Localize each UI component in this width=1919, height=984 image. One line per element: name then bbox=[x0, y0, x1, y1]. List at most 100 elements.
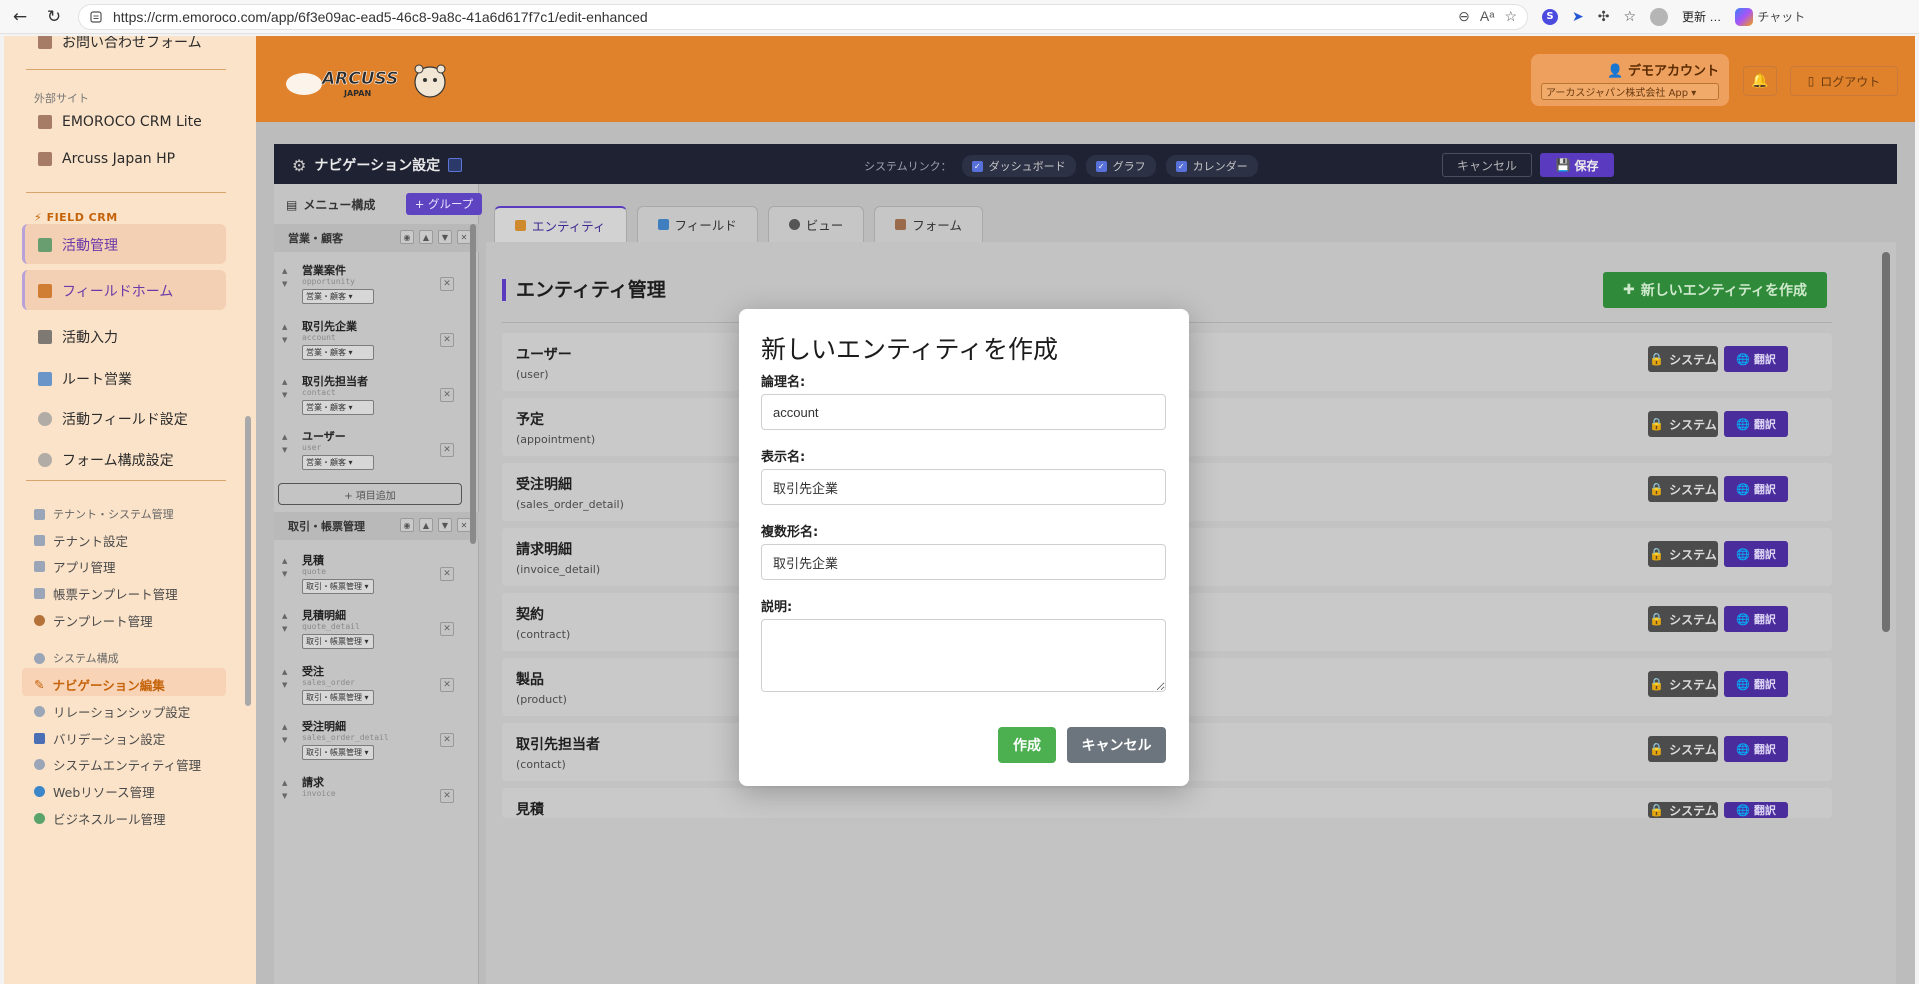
tab-entity[interactable]: エンティティ bbox=[494, 206, 627, 242]
nav-cancel-button[interactable]: キャンセル bbox=[1442, 153, 1532, 177]
sidebar-item-template-management[interactable]: テンプレート管理 bbox=[34, 611, 153, 630]
url-text[interactable]: https://crm.emoroco.com/app/6f3e09ac-ead… bbox=[113, 9, 648, 25]
close-icon[interactable]: ✕ bbox=[457, 518, 471, 532]
translate-button[interactable]: 🌐 翻訳 bbox=[1724, 736, 1788, 762]
reorder-arrows[interactable]: ▲ ▼ bbox=[282, 555, 292, 581]
group-select[interactable]: 取引・帳票管理 ▾ bbox=[302, 745, 374, 760]
group-select[interactable]: 営業・顧客 ▾ bbox=[302, 455, 374, 470]
remove-item-icon[interactable]: ✕ bbox=[440, 388, 454, 402]
reorder-arrows[interactable]: ▲ ▼ bbox=[282, 431, 292, 457]
translate-button[interactable]: 🌐 翻訳 bbox=[1724, 802, 1788, 818]
group-select[interactable]: 営業・顧客 ▾ bbox=[302, 345, 374, 360]
sidebar-scrollbar[interactable] bbox=[245, 416, 251, 706]
reorder-arrows[interactable]: ▲ ▼ bbox=[282, 376, 292, 402]
group-select[interactable]: 取引・帳票管理 ▾ bbox=[302, 634, 374, 649]
sidebar-item-tenant-settings[interactable]: テナント設定 bbox=[34, 531, 128, 550]
sidebar-item-business-rules[interactable]: ビジネスルール管理 bbox=[34, 809, 166, 828]
arcuss-logo[interactable]: ARCUSS JAPAN bbox=[280, 62, 460, 102]
sidebar-item-emoroco-lite[interactable]: EMOROCO CRM Lite bbox=[38, 114, 202, 130]
zoom-icon[interactable]: ⊖ bbox=[1458, 8, 1470, 25]
translate-button[interactable]: 🌐 翻訳 bbox=[1724, 476, 1788, 502]
content-scrollbar[interactable] bbox=[1882, 252, 1890, 632]
reorder-arrows[interactable]: ▲ ▼ bbox=[282, 610, 292, 636]
sidebar-item-validation-settings[interactable]: バリデーション設定 bbox=[34, 729, 165, 748]
tab-view[interactable]: ビュー bbox=[767, 206, 865, 242]
checkbox-icon[interactable]: ✓ bbox=[1095, 160, 1107, 172]
menu-panel-scrollbar[interactable] bbox=[470, 224, 476, 544]
remove-item-icon[interactable]: ✕ bbox=[440, 733, 454, 747]
remove-item-icon[interactable]: ✕ bbox=[440, 678, 454, 692]
sidebar-item-field-home[interactable]: フィールドホーム bbox=[38, 281, 173, 301]
sidebar-item-relationship-settings[interactable]: リレーションシップ設定 bbox=[34, 702, 190, 721]
reorder-arrows[interactable]: ▲ ▼ bbox=[282, 666, 292, 692]
back-icon[interactable]: ← bbox=[6, 3, 34, 31]
checkbox-icon[interactable]: ✓ bbox=[1175, 160, 1187, 172]
address-bar[interactable]: https://crm.emoroco.com/app/6f3e09ac-ead… bbox=[78, 3, 1528, 30]
sidebar-item-activity-input[interactable]: 活動入力 bbox=[38, 327, 118, 347]
copilot-chat-button[interactable]: チャット bbox=[1735, 7, 1805, 26]
reorder-arrows[interactable]: ▲ ▼ bbox=[282, 721, 292, 747]
group-select[interactable]: 取引・帳票管理 ▾ bbox=[302, 579, 374, 594]
close-icon[interactable]: ✕ bbox=[457, 230, 471, 244]
bell-icon[interactable]: 🔔 bbox=[1743, 66, 1777, 96]
cancel-button[interactable]: キャンセル bbox=[1067, 727, 1166, 763]
sidebar-item-app-management[interactable]: アプリ管理 bbox=[34, 557, 116, 576]
checkbox-icon[interactable]: ✓ bbox=[971, 160, 983, 172]
remove-item-icon[interactable]: ✕ bbox=[440, 567, 454, 581]
profile-avatar-icon[interactable] bbox=[1650, 7, 1669, 26]
translate-button[interactable]: 🌐 翻訳 bbox=[1724, 411, 1788, 437]
add-item-button[interactable]: + 項目追加 bbox=[278, 483, 462, 505]
remove-item-icon[interactable]: ✕ bbox=[440, 277, 454, 291]
sidebar-item-system-entity[interactable]: システムエンティティ管理 bbox=[34, 755, 201, 774]
display-name-input[interactable] bbox=[761, 469, 1166, 505]
site-info-icon[interactable] bbox=[89, 10, 103, 24]
description-textarea[interactable] bbox=[761, 619, 1166, 692]
nav-save-button[interactable]: 💾 保存 bbox=[1540, 153, 1614, 177]
create-button[interactable]: 作成 bbox=[998, 727, 1056, 763]
link-dashboard[interactable]: ✓ ダッシュボード bbox=[961, 155, 1076, 177]
link-calendar[interactable]: ✓ カレンダー bbox=[1165, 155, 1258, 177]
favorites-icon[interactable]: ☆ bbox=[1623, 9, 1636, 25]
remove-item-icon[interactable]: ✕ bbox=[440, 622, 454, 636]
info-icon[interactable] bbox=[448, 158, 463, 172]
move-down-icon[interactable]: ▼ bbox=[438, 230, 452, 244]
group-info-icon[interactable]: ◉ bbox=[400, 230, 414, 244]
sidebar-item-contact-form[interactable]: お問い合わせフォーム bbox=[38, 36, 202, 52]
app-selector[interactable]: アーカスジャパン株式会社 App ▾ bbox=[1541, 83, 1719, 100]
update-button[interactable]: 更新 … bbox=[1682, 8, 1721, 25]
new-entity-button[interactable]: ✚ 新しいエンティティを作成 bbox=[1603, 272, 1827, 308]
sidebar-item-route-sales[interactable]: ルート営業 bbox=[38, 369, 132, 389]
add-group-button[interactable]: + グループ bbox=[406, 193, 482, 215]
remove-item-icon[interactable]: ✕ bbox=[440, 333, 454, 347]
tab-field[interactable]: フィールド bbox=[636, 206, 758, 242]
group-select[interactable]: 取引・帳票管理 ▾ bbox=[302, 690, 374, 705]
move-up-icon[interactable]: ▲ bbox=[419, 230, 433, 244]
logical-name-input[interactable] bbox=[761, 394, 1166, 430]
link-graph[interactable]: ✓ グラフ bbox=[1085, 155, 1156, 177]
translate-button[interactable]: 🌐 翻訳 bbox=[1724, 346, 1788, 372]
remove-item-icon[interactable]: ✕ bbox=[440, 443, 454, 457]
group-select[interactable]: 営業・顧客 ▾ bbox=[302, 289, 374, 304]
sidebar-item-activity-field-settings[interactable]: 活動フィールド設定 bbox=[38, 409, 188, 429]
read-aloud-icon[interactable]: Aᵃ bbox=[1480, 8, 1495, 25]
entity-card[interactable]: 見積 🔒 システム 🌐 翻訳 bbox=[502, 788, 1832, 818]
sidebar-item-activity-management[interactable]: 活動管理 bbox=[38, 235, 118, 255]
logout-button[interactable]: ▯ ログアウト bbox=[1790, 66, 1898, 96]
reorder-arrows[interactable]: ▲ ▼ bbox=[282, 265, 292, 291]
tab-form[interactable]: フォーム bbox=[874, 206, 983, 242]
group-info-icon[interactable]: ◉ bbox=[400, 518, 414, 532]
sidebar-item-form-settings[interactable]: フォーム構成設定 bbox=[38, 450, 174, 470]
remove-item-icon[interactable]: ✕ bbox=[440, 789, 454, 803]
extension-s-icon[interactable]: S bbox=[1542, 8, 1558, 25]
extension-arrow-icon[interactable]: ➤ bbox=[1572, 9, 1584, 25]
translate-button[interactable]: 🌐 翻訳 bbox=[1724, 671, 1788, 697]
reorder-arrows[interactable]: ▲ ▼ bbox=[282, 321, 292, 347]
reload-icon[interactable]: ↻ bbox=[40, 3, 68, 31]
group-select[interactable]: 営業・顧客 ▾ bbox=[302, 400, 374, 415]
favorite-star-icon[interactable]: ☆ bbox=[1504, 8, 1517, 25]
move-down-icon[interactable]: ▼ bbox=[438, 518, 452, 532]
sidebar-item-web-resources[interactable]: Webリソース管理 bbox=[34, 782, 155, 801]
sidebar-item-navigation-edit[interactable]: ✎ ナビゲーション編集 bbox=[34, 675, 165, 694]
reorder-arrows[interactable]: ▲ ▼ bbox=[282, 777, 292, 803]
extensions-puzzle-icon[interactable]: ✣ bbox=[1598, 9, 1610, 25]
